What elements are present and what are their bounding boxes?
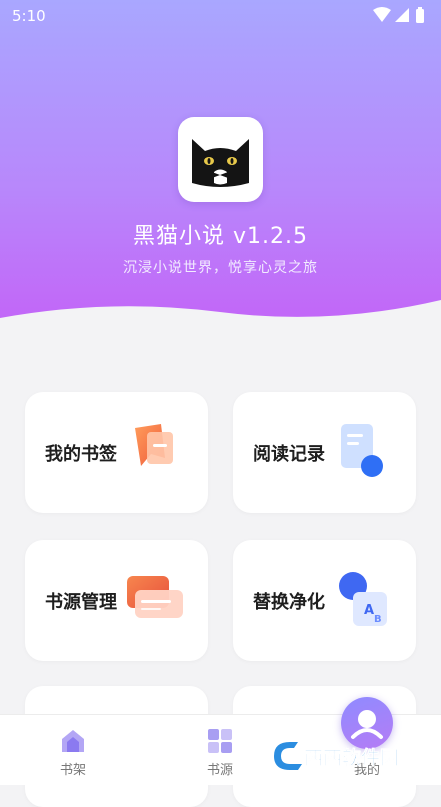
svg-text:A: A [364, 603, 374, 618]
replace-purify-icon: A B [339, 572, 387, 626]
profile-header: 5:10 黑猫小说 v1.2.5 沉浸小说世界，悦享心灵之旅 [0, 0, 441, 345]
app-logo [178, 117, 263, 202]
app-title: 黑猫小说 v1.2.5 [133, 224, 308, 249]
grid-icon [208, 729, 232, 753]
wifi-icon [373, 7, 391, 22]
status-time: 5:10 [12, 7, 46, 25]
reading-history-card[interactable]: 阅读记录 [233, 392, 416, 513]
replace-purify-label: 替换净化 [253, 592, 325, 613]
battery-icon [416, 9, 424, 23]
tab-bookshelf-label: 书架 [59, 763, 86, 778]
header-wave [0, 300, 441, 345]
status-bar: 5:10 [0, 0, 441, 32]
source-management-label: 书源管理 [45, 592, 117, 613]
tab-bookshelf[interactable]: 书架 [28, 715, 118, 785]
app-subtitle: 沉浸小说世界，悦享心灵之旅 [123, 260, 318, 276]
watermark-logo: 西西软件园 [274, 742, 399, 770]
reading-history-icon [341, 424, 383, 477]
svg-text:B: B [374, 614, 382, 625]
black-cat-icon [192, 139, 249, 187]
status-icons [373, 7, 424, 23]
tab-book-sources[interactable]: 书源 [175, 715, 265, 785]
replace-purify-card[interactable]: 替换净化 A B [233, 540, 416, 661]
tab-book-sources-label: 书源 [206, 763, 233, 778]
source-management-card[interactable]: 书源管理 [25, 540, 208, 661]
watermark-text: 西西软件园 [304, 746, 399, 769]
my-bookmarks-label: 我的书签 [45, 444, 117, 465]
signal-icon [395, 8, 409, 22]
reading-history-label: 阅读记录 [253, 444, 325, 465]
bookshelf-icon [62, 730, 84, 752]
bookmark-icon [135, 424, 173, 466]
source-management-icon [127, 576, 183, 618]
my-bookmarks-card[interactable]: 我的书签 [25, 392, 208, 513]
